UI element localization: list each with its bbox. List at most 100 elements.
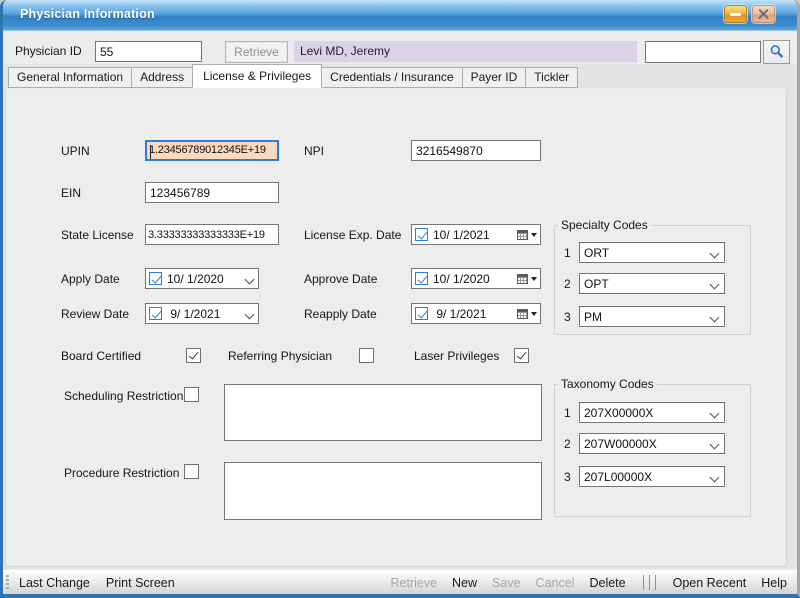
review-date-checkbox[interactable] <box>149 307 162 320</box>
calendar-icon <box>517 309 528 319</box>
license-exp-date-picker[interactable]: 10/ 1/2021 <box>411 224 541 245</box>
print-screen-button[interactable]: Print Screen <box>106 576 175 590</box>
search-input[interactable] <box>645 41 761 63</box>
search-icon <box>769 44 785 60</box>
state-license-input[interactable] <box>145 224 279 245</box>
referring-physician-checkbox[interactable] <box>359 348 374 363</box>
bottom-toolbar: Last Change Print Screen Retrieve New Sa… <box>3 569 797 595</box>
taxonomy-1-number: 1 <box>564 406 571 420</box>
taxonomy-1-dropdown[interactable]: 207X00000X <box>579 402 725 423</box>
taxonomy-3-number: 3 <box>564 470 571 484</box>
procedure-restriction-textarea[interactable] <box>224 462 542 520</box>
apply-date-picker[interactable]: 10/ 1/2020 <box>145 268 259 289</box>
npi-input[interactable] <box>411 140 541 161</box>
calendar-dropdown-button[interactable] <box>517 230 537 240</box>
tab-payer-id[interactable]: Payer ID <box>462 67 527 88</box>
scheduling-restriction-textarea[interactable] <box>224 384 542 441</box>
approve-date-checkbox[interactable] <box>415 272 428 285</box>
review-date-picker[interactable]: 9/ 1/2021 <box>145 303 259 324</box>
dropdown-arrow-icon <box>531 277 537 281</box>
apply-date-label: Apply Date <box>61 272 120 286</box>
reapply-date-picker[interactable]: 9/ 1/2021 <box>411 303 541 324</box>
state-license-label: State License <box>61 228 134 242</box>
reapply-date-label: Reapply Date <box>304 307 377 321</box>
reapply-date-checkbox[interactable] <box>415 307 428 320</box>
help-button[interactable]: Help <box>761 576 787 590</box>
chevron-down-icon <box>709 408 719 418</box>
physician-name-display: Levi MD, Jeremy <box>294 41 637 62</box>
cancel-button[interactable]: Cancel <box>536 576 575 590</box>
titlebar: Physician Information <box>3 0 797 31</box>
reapply-date-value: 9/ 1/2021 <box>433 307 517 321</box>
open-recent-button[interactable]: Open Recent <box>673 576 747 590</box>
retrieve-toolbar-button[interactable]: Retrieve <box>390 576 437 590</box>
tab-credentials-insurance[interactable]: Credentials / Insurance <box>321 67 462 88</box>
procedure-restriction-checkbox[interactable] <box>184 464 199 479</box>
tab-general-information[interactable]: General Information <box>8 67 132 88</box>
minimize-icon <box>730 13 741 16</box>
window-title: Physician Information <box>20 7 155 21</box>
last-change-button[interactable]: Last Change <box>19 576 90 590</box>
review-date-value: 9/ 1/2021 <box>167 307 244 321</box>
tab-license-privileges[interactable]: License & Privileges <box>192 64 322 88</box>
license-privileges-panel: UPIN 1.23456789012345E+19 NPI EIN State … <box>5 88 787 567</box>
calendar-icon <box>517 230 528 240</box>
specialty-1-dropdown[interactable]: ORT <box>579 242 725 263</box>
calendar-dropdown-button[interactable] <box>517 274 537 284</box>
search-button[interactable] <box>763 40 790 64</box>
taxonomy-2-number: 2 <box>564 437 571 451</box>
close-button[interactable] <box>752 5 775 23</box>
board-certified-label: Board Certified <box>61 349 141 363</box>
tab-tickler[interactable]: Tickler <box>525 67 578 88</box>
upin-input[interactable]: 1.23456789012345E+19 <box>145 140 279 161</box>
apply-date-value: 10/ 1/2020 <box>167 272 244 286</box>
minimize-button[interactable] <box>724 5 747 23</box>
chevron-down-icon[interactable] <box>244 309 254 319</box>
text-caret <box>150 145 151 159</box>
calendar-icon <box>517 274 528 284</box>
new-button[interactable]: New <box>452 576 477 590</box>
review-date-label: Review Date <box>61 307 129 321</box>
physician-id-input[interactable] <box>95 41 202 62</box>
ein-label: EIN <box>61 186 81 200</box>
chevron-down-icon <box>709 279 719 289</box>
taxonomy-2-dropdown[interactable]: 207W00000X <box>579 433 725 454</box>
chevron-down-icon <box>709 439 719 449</box>
ein-input[interactable] <box>145 182 279 203</box>
specialty-2-number: 2 <box>564 277 571 291</box>
specialty-codes-title: Specialty Codes <box>558 218 651 232</box>
toolbar-separators <box>643 575 656 590</box>
board-certified-checkbox[interactable] <box>186 348 201 363</box>
specialty-3-dropdown[interactable]: PM <box>579 306 725 327</box>
scheduling-restriction-label: Scheduling Restriction <box>64 389 183 403</box>
tab-address[interactable]: Address <box>131 67 193 88</box>
taxonomy-3-dropdown[interactable]: 207L00000X <box>579 466 725 487</box>
dropdown-arrow-icon <box>531 312 537 316</box>
dropdown-arrow-icon <box>531 233 537 237</box>
toolbar-grip[interactable] <box>6 575 9 591</box>
retrieve-button[interactable]: Retrieve <box>225 41 288 63</box>
procedure-restriction-label: Procedure Restriction <box>64 466 179 480</box>
license-exp-date-checkbox[interactable] <box>415 228 428 241</box>
chevron-down-icon <box>709 312 719 322</box>
laser-privileges-checkbox[interactable] <box>514 348 529 363</box>
scheduling-restriction-checkbox[interactable] <box>184 387 199 402</box>
specialty-1-number: 1 <box>564 246 571 260</box>
calendar-dropdown-button[interactable] <box>517 309 537 319</box>
approve-date-label: Approve Date <box>304 272 377 286</box>
physician-information-window: Physician Information Physician ID Retri… <box>0 0 800 598</box>
physician-id-label: Physician ID <box>15 44 82 58</box>
save-button[interactable]: Save <box>492 576 521 590</box>
chevron-down-icon <box>709 472 719 482</box>
header-bar: Physician ID Retrieve Levi MD, Jeremy <box>3 31 797 64</box>
approve-date-value: 10/ 1/2020 <box>433 272 517 286</box>
chevron-down-icon[interactable] <box>244 274 254 284</box>
approve-date-picker[interactable]: 10/ 1/2020 <box>411 268 541 289</box>
delete-button[interactable]: Delete <box>589 576 625 590</box>
laser-privileges-label: Laser Privileges <box>414 349 499 363</box>
license-exp-date-label: License Exp. Date <box>304 228 401 242</box>
apply-date-checkbox[interactable] <box>149 272 162 285</box>
tab-strip: General Information Address License & Pr… <box>5 64 797 88</box>
taxonomy-codes-title: Taxonomy Codes <box>558 377 657 391</box>
specialty-2-dropdown[interactable]: OPT <box>579 273 725 294</box>
